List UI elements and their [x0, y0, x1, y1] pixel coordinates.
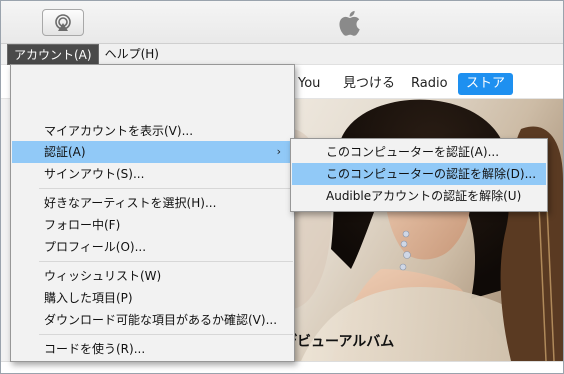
authorize-submenu: このコンピューターを認証(A)... このコンピューターの認証を解除(D)...…	[290, 138, 548, 212]
menu-item-authorize-label: 認証(A)	[44, 145, 86, 159]
menu-item-wishlist[interactable]: ウィッシュリスト(W)	[12, 265, 293, 287]
menu-item-sign-out[interactable]: サインアウト(S)...	[12, 163, 293, 185]
nav-you[interactable]: You	[298, 73, 320, 95]
menu-item-profile[interactable]: プロフィール(O)...	[12, 236, 293, 258]
menu-separator	[39, 261, 293, 262]
menu-item-purchased[interactable]: 購入した項目(P)	[12, 287, 293, 309]
bottom-strip	[1, 361, 563, 373]
menu-separator	[39, 334, 293, 335]
menu-item-view-account[interactable]: マイアカウントを表示(V)...	[12, 120, 293, 142]
menu-item-select-artists[interactable]: 好きなアーティストを選択(H)...	[12, 192, 293, 214]
hero-caption: デビューアルバム	[283, 334, 395, 350]
nav-radio[interactable]: Radio	[411, 73, 448, 95]
itunes-window: アカウント(A) ヘルプ(H) You 見つける Radio ストア デビューア…	[0, 0, 564, 374]
submenu-item-authorize-computer[interactable]: このコンピューターを認証(A)...	[292, 141, 546, 163]
nav-discover[interactable]: 見つける	[343, 73, 395, 95]
menu-help[interactable]: ヘルプ(H)	[99, 44, 165, 65]
menu-item-check-downloads[interactable]: ダウンロード可能な項目があるか確認(V)...	[12, 309, 293, 331]
title-bar	[1, 1, 563, 44]
menu-bar: アカウント(A) ヘルプ(H)	[1, 43, 563, 65]
airplay-button[interactable]	[42, 9, 84, 36]
nav-store[interactable]: ストア	[458, 73, 514, 95]
apple-logo-icon	[339, 10, 360, 36]
menu-separator	[39, 188, 293, 189]
submenu-item-deauthorize-computer[interactable]: このコンピューターの認証を解除(D)...	[292, 163, 546, 185]
account-menu: マイアカウントを表示(V)... 認証(A) › サインアウト(S)... 好き…	[10, 64, 295, 362]
submenu-item-deauthorize-audible[interactable]: Audibleアカウントの認証を解除(U)	[292, 185, 546, 207]
menu-item-authorize[interactable]: 認証(A) ›	[12, 141, 293, 163]
menu-account[interactable]: アカウント(A)	[7, 43, 99, 65]
menu-item-redeem-code[interactable]: コードを使う(R)...	[12, 338, 293, 360]
menu-item-following[interactable]: フォロー中(F)	[12, 214, 293, 236]
airplay-icon	[55, 13, 71, 31]
submenu-arrow-icon: ›	[276, 145, 281, 158]
